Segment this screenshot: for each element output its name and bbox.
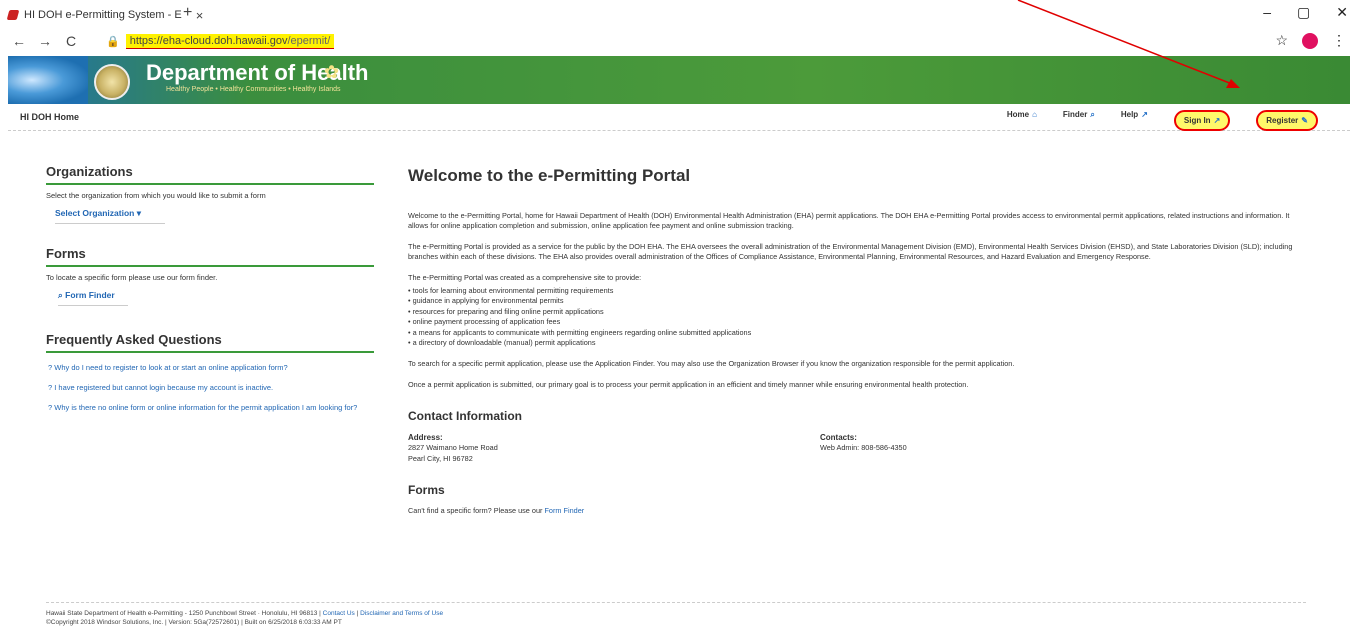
contact-heading: Contact Information	[408, 409, 522, 424]
tab-close-icon[interactable]: ×	[196, 8, 204, 23]
address-block: Address: 2827 Waimano Home Road Pearl Ci…	[408, 432, 820, 465]
nav-home[interactable]: Home ⌂	[1007, 110, 1037, 131]
faq-item[interactable]: ? Why is there no online form or online …	[48, 403, 374, 413]
footer: Hawaii State Department of Health e-Perm…	[46, 602, 1306, 627]
browser-tabbar: HI DOH e-Permitting System - E × + – ▢ ✕	[0, 0, 1358, 28]
lock-icon: 🔒	[106, 35, 120, 48]
faq-item[interactable]: ? Why do I need to register to look at o…	[48, 363, 374, 373]
list-item: • online payment processing of applicati…	[408, 317, 561, 327]
search-paragraph: To search for a specific permit applicat…	[408, 359, 1015, 368]
hi-doh-home-link[interactable]: HI DOH Home	[20, 112, 79, 122]
service-paragraph: The e-Permitting Portal is provided as a…	[408, 241, 1293, 262]
footer-address: Hawaii State Department of Health e-Perm…	[46, 610, 321, 617]
minimize-icon[interactable]: –	[1263, 4, 1271, 21]
new-tab-icon[interactable]: +	[183, 4, 192, 22]
form-finder-link[interactable]: ⌕ Form Finder	[58, 290, 128, 306]
forms-desc: To locate a specific form please use our…	[46, 273, 218, 282]
goal-paragraph: Once a permit application is submitted, …	[408, 379, 969, 389]
organizations-desc: Select the organization from which you w…	[46, 191, 266, 200]
footer-line-1: Hawaii State Department of Health e-Perm…	[46, 610, 444, 617]
nav-register[interactable]: Register ✎	[1256, 110, 1318, 131]
chevron-down-icon: ▾	[136, 208, 142, 218]
browser-tab[interactable]: HI DOH e-Permitting System - E ×	[6, 5, 204, 25]
window-controls: – ▢ ✕	[1263, 4, 1348, 21]
contact-info: Address: 2827 Waimano Home Road Pearl Ci…	[408, 432, 1308, 465]
list-item: • tools for learning about environmental…	[408, 285, 614, 295]
list-item: • a means for applicants to communicate …	[408, 327, 752, 337]
nav-home-label: Home	[1006, 110, 1030, 119]
nav-sign-in[interactable]: Sign In ↗	[1173, 110, 1231, 131]
menu-kebab-icon[interactable]: ⋮	[1332, 32, 1346, 49]
faq-item[interactable]: ? I have registered but cannot login bec…	[48, 383, 374, 393]
form-finder-label: Form Finder	[65, 290, 115, 300]
list-item: • a directory of downloadable (manual) p…	[408, 338, 596, 348]
list-item: • resources for preparing and filing onl…	[408, 306, 604, 316]
nav-finder[interactable]: Finder ⌕	[1063, 110, 1095, 131]
main-content: Welcome to the e-Permitting Portal Welco…	[408, 164, 1308, 526]
select-organization-dropdown[interactable]: Select Organization ▾	[55, 208, 165, 224]
forward-icon[interactable]: →	[38, 33, 52, 49]
forms-text: Can't find a specific form? Please use o…	[408, 505, 543, 515]
search-icon: ⌕	[1090, 110, 1095, 119]
profile-avatar[interactable]	[1302, 32, 1318, 49]
contact-us-link[interactable]: Contact Us	[323, 610, 355, 617]
contacts-line: Web Admin: 808-586-4350	[820, 443, 907, 453]
left-sidebar: Organizations Select the organization fr…	[46, 164, 374, 413]
wave-graphic	[8, 56, 88, 104]
page-title: Welcome to the e-Permitting Portal	[408, 166, 691, 185]
url-path: /epermit/	[287, 34, 331, 47]
address-line: 2827 Waimano Home Road	[408, 443, 498, 453]
list-item: • guidance in applying for environmental…	[408, 296, 564, 306]
address-line: Pearl City, HI 96782	[408, 453, 473, 463]
intro-paragraph: Welcome to the e-Permitting Portal, home…	[408, 210, 1290, 231]
contacts-block: Contacts: Web Admin: 808-586-4350	[820, 432, 1232, 465]
url-host: https://eha-cloud.doh.hawaii.gov	[129, 34, 288, 47]
nav-finder-label: Finder	[1062, 110, 1088, 119]
tab-title: HI DOH e-Permitting System - E	[24, 9, 182, 21]
nav-help-label: Help	[1120, 110, 1139, 119]
address-label: Address:	[408, 432, 443, 442]
register-icon: ✎	[1301, 116, 1308, 125]
form-finder-inline-link[interactable]: Form Finder	[544, 506, 584, 515]
banner-subtitle: Healthy People • Healthy Communities • H…	[166, 86, 341, 93]
close-window-icon[interactable]: ✕	[1336, 4, 1348, 21]
help-icon: ↗	[1141, 110, 1148, 119]
footer-line-2: ©Copyright 2018 Windsor Solutions, Inc. …	[46, 619, 342, 627]
maximize-icon[interactable]: ▢	[1297, 4, 1310, 21]
state-seal-logo	[94, 64, 130, 100]
select-org-label: Select Organization	[55, 208, 135, 218]
favicon-icon	[6, 10, 20, 20]
address-bar[interactable]: https://eha-cloud.doh.hawaii.gov/epermit…	[125, 33, 335, 49]
forms-section-heading: Forms	[408, 483, 445, 498]
nav-help[interactable]: Help ↗	[1121, 110, 1148, 131]
faq-heading: Frequently Asked Questions	[46, 332, 374, 353]
nav-register-label: Register	[1266, 116, 1299, 125]
provide-paragraph: The e-Permitting Portal was created as a…	[408, 272, 642, 282]
disclaimer-link[interactable]: Disclaimer and Terms of Use	[360, 610, 443, 617]
organizations-heading: Organizations	[46, 164, 374, 185]
site-banner: Department of Health ✿ Healthy People • …	[8, 56, 1350, 104]
reload-icon[interactable]: C	[64, 33, 78, 49]
forms-section-text: Can't find a specific form? Please use o…	[408, 506, 1308, 517]
forms-heading: Forms	[46, 246, 374, 267]
site-nav: HI DOH Home Home ⌂ Finder ⌕ Help ↗ Sign In ↗…	[8, 104, 1350, 131]
browser-navbar: ← → C 🔒 https://eha-cloud.doh.hawaii.gov…	[0, 28, 1358, 54]
provide-list: • tools for learning about environmental…	[408, 286, 1308, 349]
home-icon: ⌂	[1032, 110, 1037, 119]
flower-icon: ✿	[324, 62, 340, 82]
contacts-label: Contacts:	[820, 432, 857, 442]
key-icon: ↗	[1213, 116, 1221, 125]
bookmark-star-icon[interactable]: ☆	[1275, 32, 1288, 49]
back-icon[interactable]: ←	[12, 33, 26, 49]
nav-sign-in-label: Sign In	[1183, 116, 1211, 125]
